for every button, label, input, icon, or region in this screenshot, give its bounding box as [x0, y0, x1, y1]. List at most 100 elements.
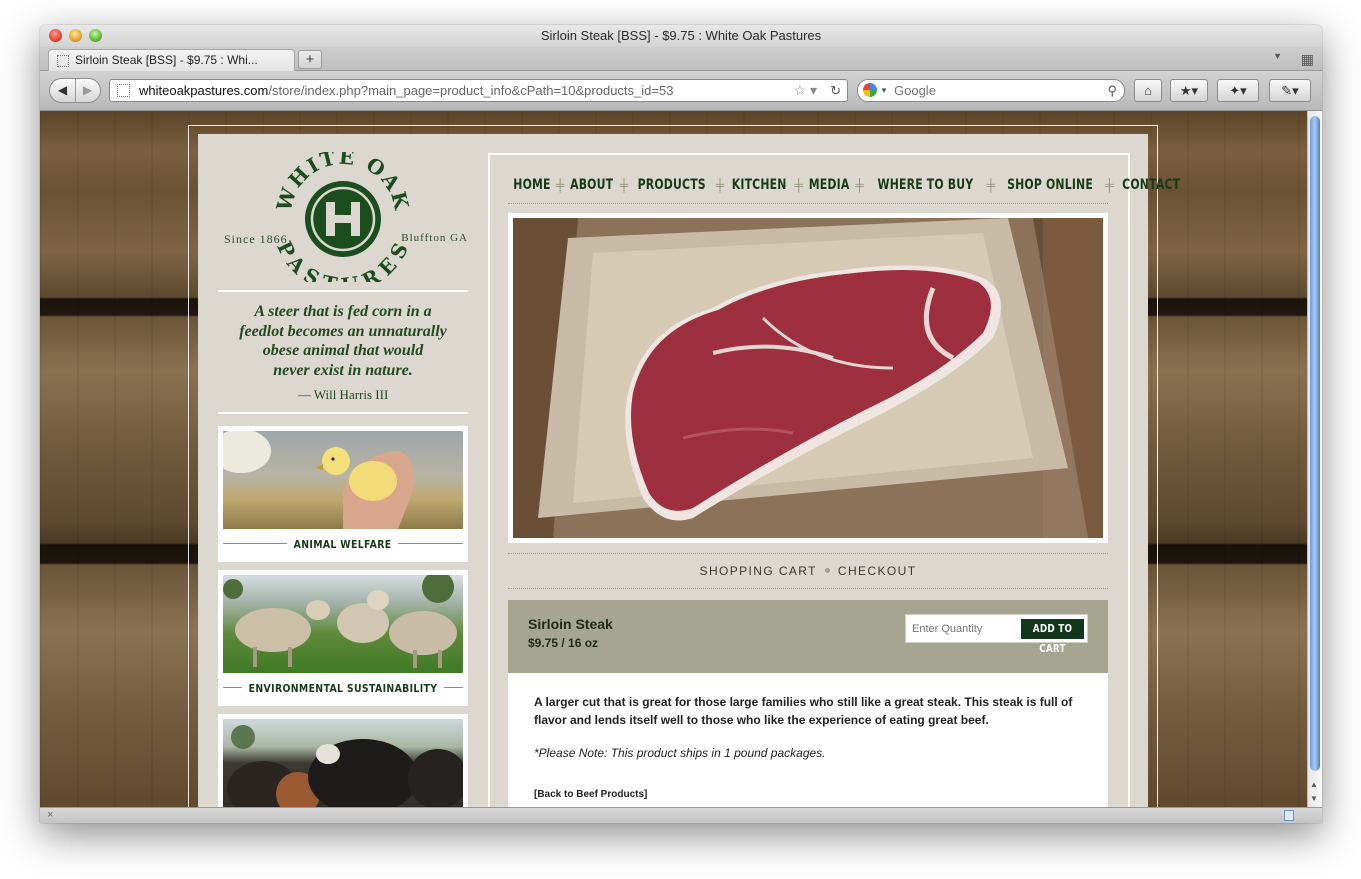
tab-bar: Sirloin Steak [BSS] - $9.75 : Whi... + ▼… — [40, 47, 1322, 71]
eyedropper-button[interactable]: ✎▾ — [1269, 79, 1311, 102]
product-details: A larger cut that is great for those lar… — [508, 673, 1108, 807]
product-name: Sirloin Steak — [528, 616, 613, 632]
active-tab[interactable]: Sirloin Steak [BSS] - $9.75 : Whi... — [48, 49, 295, 71]
home-icon: ⌂ — [1144, 83, 1152, 98]
back-to-beef-link[interactable]: [Back to Beef Products] — [534, 789, 1082, 800]
addon-button[interactable]: ✦▾ — [1217, 79, 1259, 102]
page-viewport: WHITE OAK PASTURES Since 1866 Bluffton G… — [40, 111, 1307, 807]
quote-line: A steer that is fed corn in a — [254, 303, 432, 320]
product-description: A larger cut that is great for those lar… — [534, 695, 1073, 727]
url-domain: whiteoakpastures.com — [139, 83, 269, 98]
add-to-cart-button[interactable]: ADD TO CART — [1021, 619, 1084, 655]
cattle-herd-photo — [223, 719, 463, 807]
main-content: HOME ╪ ABOUT ╪ PRODUCTS ╪ KITCHEN ╪ MEDI… — [488, 153, 1180, 807]
shopping-cart-link[interactable]: SHOPPING CART — [700, 564, 817, 578]
quote-author: — Will Harris III — [297, 387, 389, 402]
tab-grid-icon[interactable]: ▦ — [1301, 51, 1314, 68]
window-title: Sirloin Steak [BSS] - $9.75 : White Oak … — [540, 28, 822, 43]
reload-icon[interactable]: ↻ — [830, 80, 841, 101]
url-bar[interactable]: whiteoakpastures.com/store/index.php?mai… — [109, 79, 848, 102]
cart-links-bar: SHOPPING CART CHECKOUT — [508, 553, 1108, 589]
logo-since-text: Since 1866 — [224, 232, 288, 246]
addon-icon: ✦▾ — [1229, 83, 1247, 98]
quote-line: feedlot becomes an unnaturally — [239, 322, 447, 340]
tab-list-chevron-icon[interactable]: ▼ — [1273, 51, 1282, 61]
checkout-link[interactable]: CHECKOUT — [838, 564, 917, 578]
search-bar[interactable]: ▼ Google ⚲ — [857, 79, 1125, 102]
farmer-quote: A steer that is fed corn in a feedlot be… — [218, 302, 468, 380]
nav-separator-icon: ╪ — [986, 178, 996, 192]
nav-separator-icon: ╪ — [619, 178, 629, 192]
scroll-up-arrow-icon[interactable]: ▲ — [1310, 780, 1318, 789]
nav-contact[interactable]: CONTACT — [1122, 177, 1180, 193]
plus-icon: + — [305, 51, 315, 68]
quote-line: obese animal that would — [262, 342, 424, 359]
promo-caption-row: ENVIRONMENTAL SUSTAINABILITY — [223, 673, 463, 701]
promo-caption-row: ANIMAL WELFARE — [223, 529, 463, 557]
zoom-window-button[interactable] — [89, 29, 102, 42]
nav-about[interactable]: ABOUT — [571, 177, 614, 193]
nav-media[interactable]: MEDIA — [809, 177, 850, 193]
promo-environmental-sustainability[interactable]: ENVIRONMENTAL SUSTAINABILITY — [218, 570, 468, 706]
add-to-cart-label: ADD TO CART — [1032, 622, 1073, 655]
nav-where-to-buy[interactable]: WHERE TO BUY — [877, 177, 973, 193]
bullet-separator-icon — [824, 568, 830, 574]
nav-separator-icon: ╪ — [794, 178, 804, 192]
search-engine-dropdown-icon[interactable]: ▼ — [880, 80, 888, 101]
scrollbar-thumb[interactable] — [1310, 116, 1320, 771]
nav-divider — [508, 203, 1108, 204]
sidebar-divider — [218, 290, 468, 292]
product-note: *Please Note: This product ships in 1 po… — [534, 746, 826, 760]
promo-cattle[interactable] — [218, 714, 468, 807]
product-price: $9.75 / 16 oz — [528, 636, 599, 650]
nav-products[interactable]: PRODUCTS — [638, 177, 706, 193]
sirloin-steak-photo — [513, 218, 1103, 538]
page-status-icon — [1284, 810, 1294, 821]
sidebar-divider — [218, 412, 468, 414]
promo-caption: ENVIRONMENTAL SUSTAINABILITY — [241, 682, 445, 695]
nav-separator-icon: ╪ — [715, 178, 725, 192]
bookmarks-icon: ★▾ — [1179, 83, 1199, 98]
nav-separator-icon: ╪ — [855, 178, 864, 192]
promo-caption: ANIMAL WELFARE — [287, 538, 399, 551]
back-forward-control: ◀ ▶ — [49, 78, 101, 103]
nav-separator-icon: ╪ — [555, 178, 565, 192]
search-icon[interactable]: ⚲ — [1107, 80, 1117, 101]
white-oak-pastures-logo[interactable]: WHITE OAK PASTURES Since 1866 Bluffton G… — [218, 145, 468, 298]
product-image-frame — [508, 213, 1108, 543]
bookmark-star-icon[interactable]: ☆ ▾ — [794, 80, 817, 101]
logo-emblem-icon: WHITE OAK PASTURES — [271, 145, 412, 298]
logo-location-text: Bluffton GA — [401, 232, 468, 244]
bookmarks-button[interactable]: ★▾ — [1170, 79, 1208, 102]
minimize-window-button[interactable] — [69, 29, 82, 42]
page-favicon-icon — [57, 55, 69, 67]
title-bar: Sirloin Steak [BSS] - $9.75 : White Oak … — [40, 25, 1322, 47]
navigation-toolbar: ◀ ▶ whiteoakpastures.com/store/index.php… — [40, 71, 1322, 111]
chick-in-hand-photo — [223, 431, 463, 529]
nav-shop-online[interactable]: SHOP ONLINE — [1007, 177, 1093, 193]
vertical-scrollbar[interactable]: ▲ ▼ — [1307, 111, 1322, 807]
site-container: WHITE OAK PASTURES Since 1866 Bluffton G… — [198, 134, 1180, 807]
status-bar: × — [40, 807, 1322, 823]
new-tab-button[interactable]: + — [298, 50, 322, 69]
home-button[interactable]: ⌂ — [1134, 79, 1162, 102]
sheep-in-pasture-photo — [223, 575, 463, 673]
forward-button[interactable]: ▶ — [75, 79, 100, 102]
search-placeholder: Google — [894, 83, 936, 98]
eyedropper-icon: ✎▾ — [1281, 83, 1299, 98]
scroll-down-arrow-icon[interactable]: ▼ — [1310, 794, 1318, 803]
browser-window: Sirloin Steak [BSS] - $9.75 : White Oak … — [40, 25, 1322, 823]
product-header: Sirloin Steak $9.75 / 16 oz ADD TO CART — [508, 600, 1108, 673]
nav-home[interactable]: HOME — [513, 177, 550, 193]
tab-title: Sirloin Steak [BSS] - $9.75 : Whi... — [75, 53, 258, 67]
back-button[interactable]: ◀ — [50, 79, 76, 102]
main-navigation: HOME ╪ ABOUT ╪ PRODUCTS ╪ KITCHEN ╪ MEDI… — [508, 175, 1179, 195]
close-window-button[interactable] — [49, 29, 62, 42]
quantity-input[interactable] — [912, 621, 1016, 637]
nav-kitchen[interactable]: KITCHEN — [732, 177, 787, 193]
promo-animal-welfare[interactable]: ANIMAL WELFARE — [218, 426, 468, 562]
google-logo-icon — [863, 83, 877, 97]
close-addon-bar-icon[interactable]: × — [47, 808, 53, 823]
forward-arrow-icon: ▶ — [82, 83, 93, 97]
add-to-cart-form: ADD TO CART — [905, 614, 1088, 655]
